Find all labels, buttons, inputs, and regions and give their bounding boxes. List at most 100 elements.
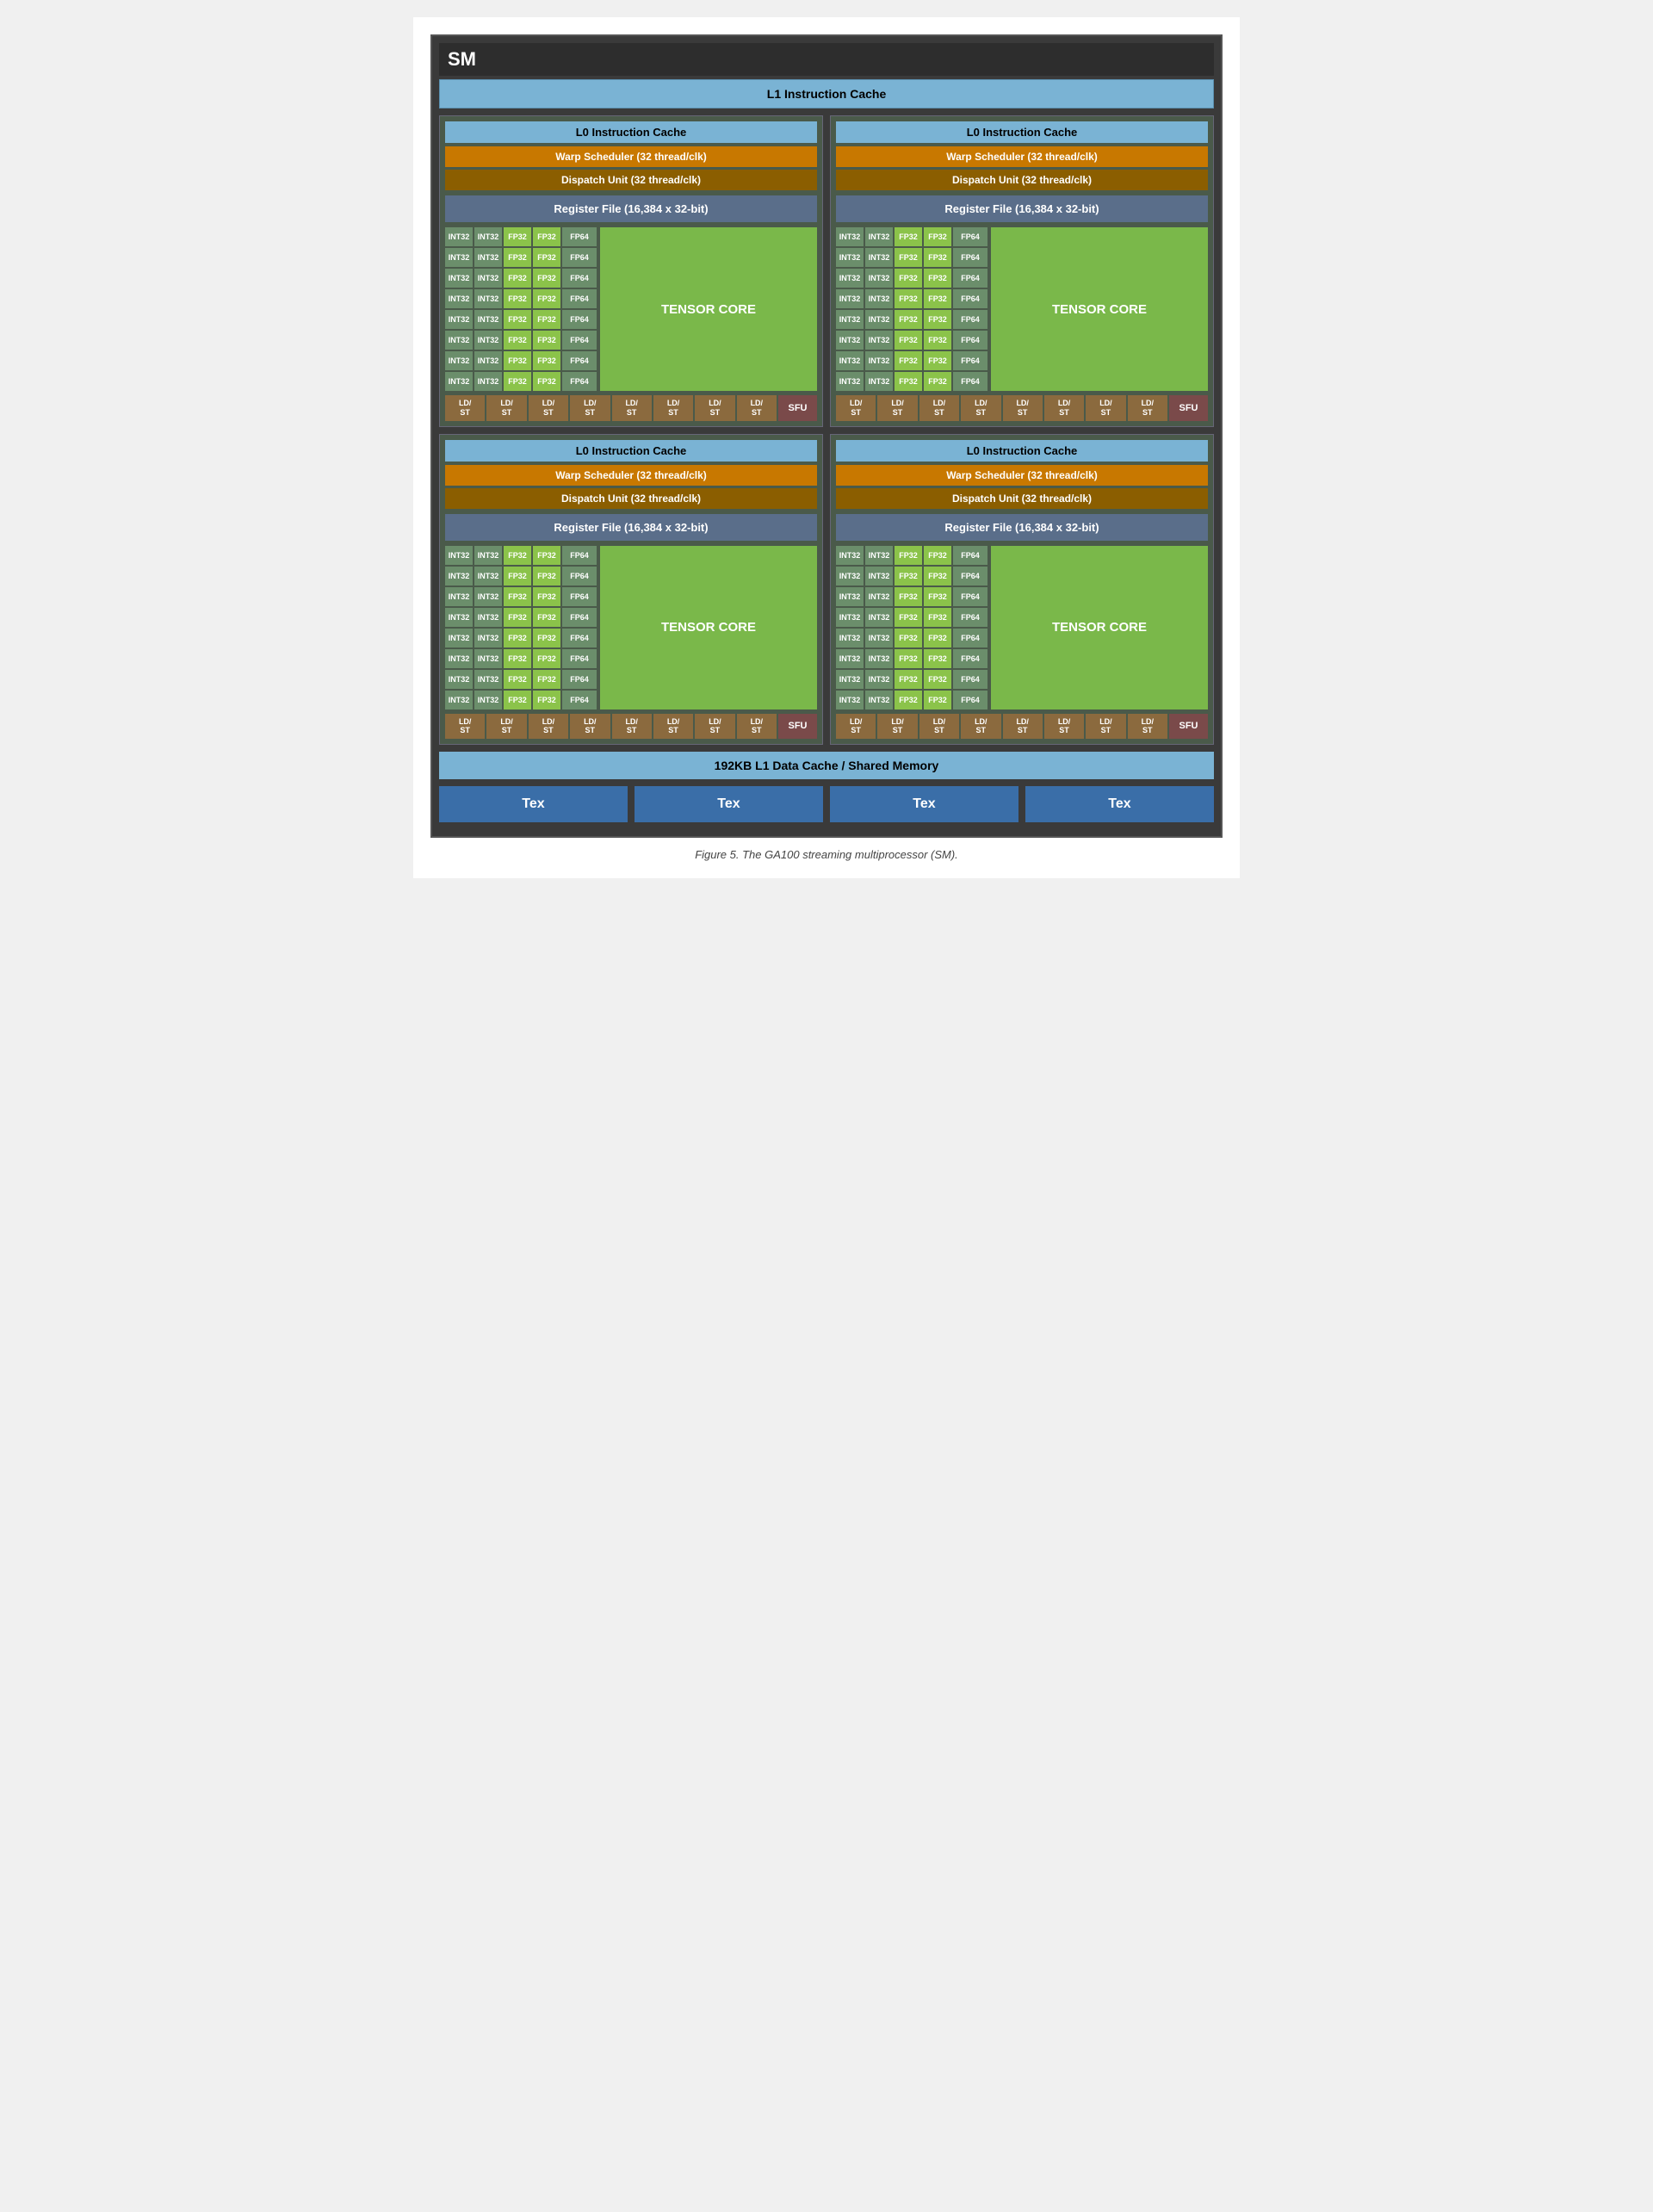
fp64-cell: FP64 xyxy=(562,310,597,329)
q1-row-4: INT32 INT32 FP32 FP32 FP64 xyxy=(445,289,597,308)
int32-cell: INT32 xyxy=(445,608,473,627)
fp32-cell: FP32 xyxy=(924,567,951,586)
int32-cell: INT32 xyxy=(445,649,473,668)
fp64-cell: FP64 xyxy=(562,372,597,391)
int32-cell: INT32 xyxy=(445,351,473,370)
q1-row-2: INT32 INT32 FP32 FP32 FP64 xyxy=(445,248,597,267)
int32-cell: INT32 xyxy=(445,629,473,647)
ldst-cell: LD/ST xyxy=(570,714,610,740)
fp32-cell: FP32 xyxy=(504,587,531,606)
fp32-cell: FP32 xyxy=(504,351,531,370)
fp32-cell: FP32 xyxy=(504,567,531,586)
fp32-cell: FP32 xyxy=(924,372,951,391)
q1-register-file: Register File (16,384 x 32-bit) xyxy=(445,195,817,222)
q1-sfu: SFU xyxy=(778,395,817,421)
q4-compute-area: INT32 INT32 FP32 FP32 FP64 INT32 INT32 F… xyxy=(836,546,1208,709)
int32-cell: INT32 xyxy=(836,649,864,668)
int32-cell: INT32 xyxy=(445,372,473,391)
q3-dispatch-unit: Dispatch Unit (32 thread/clk) xyxy=(445,488,817,509)
fp64-cell: FP64 xyxy=(953,587,987,606)
ldst-cell: LD/ST xyxy=(570,395,610,421)
tex-unit-3: Tex xyxy=(830,786,1018,822)
fp64-cell: FP64 xyxy=(953,310,987,329)
q2-int-fp-section: INT32 INT32 FP32 FP32 FP64 INT32 INT32 F… xyxy=(836,227,987,391)
fp32-cell: FP32 xyxy=(504,310,531,329)
q2-l0-cache: L0 Instruction Cache xyxy=(836,121,1208,143)
fp32-cell: FP32 xyxy=(533,248,560,267)
fp32-cell: FP32 xyxy=(924,608,951,627)
fp64-cell: FP64 xyxy=(562,649,597,668)
int32-cell: INT32 xyxy=(865,649,893,668)
tex-unit-2: Tex xyxy=(635,786,823,822)
ldst-cell: LD/ST xyxy=(653,714,693,740)
ldst-cell: LD/ST xyxy=(919,395,959,421)
int32-cell: INT32 xyxy=(865,670,893,689)
fp64-cell: FP64 xyxy=(562,331,597,350)
fp64-cell: FP64 xyxy=(562,629,597,647)
int32-cell: INT32 xyxy=(865,629,893,647)
fp32-cell: FP32 xyxy=(895,331,922,350)
int32-cell: INT32 xyxy=(836,289,864,308)
l1-instruction-cache: L1 Instruction Cache xyxy=(439,79,1214,108)
fp32-cell: FP32 xyxy=(504,289,531,308)
int32-cell: INT32 xyxy=(474,670,502,689)
int32-cell: INT32 xyxy=(865,608,893,627)
fp64-cell: FP64 xyxy=(953,372,987,391)
q2-compute-area: INT32 INT32 FP32 FP32 FP64 INT32 INT32 F… xyxy=(836,227,1208,391)
fp64-cell: FP64 xyxy=(562,567,597,586)
int32-cell: INT32 xyxy=(836,310,864,329)
ldst-cell: LD/ST xyxy=(961,714,1000,740)
int32-cell: INT32 xyxy=(836,587,864,606)
ldst-cell: LD/ST xyxy=(737,714,777,740)
fp32-cell: FP32 xyxy=(504,269,531,288)
q4-register-file: Register File (16,384 x 32-bit) xyxy=(836,514,1208,541)
q3-sfu: SFU xyxy=(778,714,817,740)
fp32-cell: FP32 xyxy=(533,546,560,565)
q4-dispatch-unit: Dispatch Unit (32 thread/clk) xyxy=(836,488,1208,509)
int32-cell: INT32 xyxy=(836,546,864,565)
int32-cell: INT32 xyxy=(836,670,864,689)
ldst-cell: LD/ST xyxy=(486,714,526,740)
fp64-cell: FP64 xyxy=(953,691,987,709)
fp32-cell: FP32 xyxy=(533,629,560,647)
int32-cell: INT32 xyxy=(865,227,893,246)
int32-cell: INT32 xyxy=(836,331,864,350)
int32-cell: INT32 xyxy=(474,608,502,627)
int32-cell: INT32 xyxy=(865,587,893,606)
q1-row-3: INT32 INT32 FP32 FP32 FP64 xyxy=(445,269,597,288)
fp32-cell: FP32 xyxy=(504,691,531,709)
ldst-cell: LD/ST xyxy=(529,395,568,421)
fp32-cell: FP32 xyxy=(895,351,922,370)
fp64-cell: FP64 xyxy=(953,331,987,350)
int32-cell: INT32 xyxy=(474,289,502,308)
int32-cell: INT32 xyxy=(445,310,473,329)
ldst-cell: LD/ST xyxy=(653,395,693,421)
sm-title: SM xyxy=(448,48,476,70)
q3-register-file: Register File (16,384 x 32-bit) xyxy=(445,514,817,541)
ldst-cell: LD/ST xyxy=(1128,395,1167,421)
fp64-cell: FP64 xyxy=(562,289,597,308)
int32-cell: INT32 xyxy=(474,629,502,647)
fp32-cell: FP32 xyxy=(895,248,922,267)
fp32-cell: FP32 xyxy=(924,351,951,370)
top-quadrants-row: L0 Instruction Cache Warp Scheduler (32 … xyxy=(439,115,1214,427)
q1-row-6: INT32 INT32 FP32 FP32 FP64 xyxy=(445,331,597,350)
ldst-cell: LD/ST xyxy=(1003,395,1043,421)
q2-dispatch-unit: Dispatch Unit (32 thread/clk) xyxy=(836,170,1208,190)
q1-row-5: INT32 INT32 FP32 FP32 FP64 xyxy=(445,310,597,329)
ldst-cell: LD/ST xyxy=(612,395,652,421)
fp32-cell: FP32 xyxy=(533,289,560,308)
fp32-cell: FP32 xyxy=(504,331,531,350)
fp32-cell: FP32 xyxy=(924,289,951,308)
fp64-cell: FP64 xyxy=(953,248,987,267)
fp32-cell: FP32 xyxy=(895,629,922,647)
int32-cell: INT32 xyxy=(836,567,864,586)
ldst-cell: LD/ST xyxy=(445,395,485,421)
q1-ldst-sfu-row: LD/ST LD/ST LD/ST LD/ST LD/ST LD/ST LD/S… xyxy=(445,395,817,421)
fp64-cell: FP64 xyxy=(562,546,597,565)
fp32-cell: FP32 xyxy=(504,629,531,647)
quadrant-2: L0 Instruction Cache Warp Scheduler (32 … xyxy=(830,115,1214,427)
int32-cell: INT32 xyxy=(474,649,502,668)
quadrant-3: L0 Instruction Cache Warp Scheduler (32 … xyxy=(439,434,823,746)
fp32-cell: FP32 xyxy=(924,670,951,689)
